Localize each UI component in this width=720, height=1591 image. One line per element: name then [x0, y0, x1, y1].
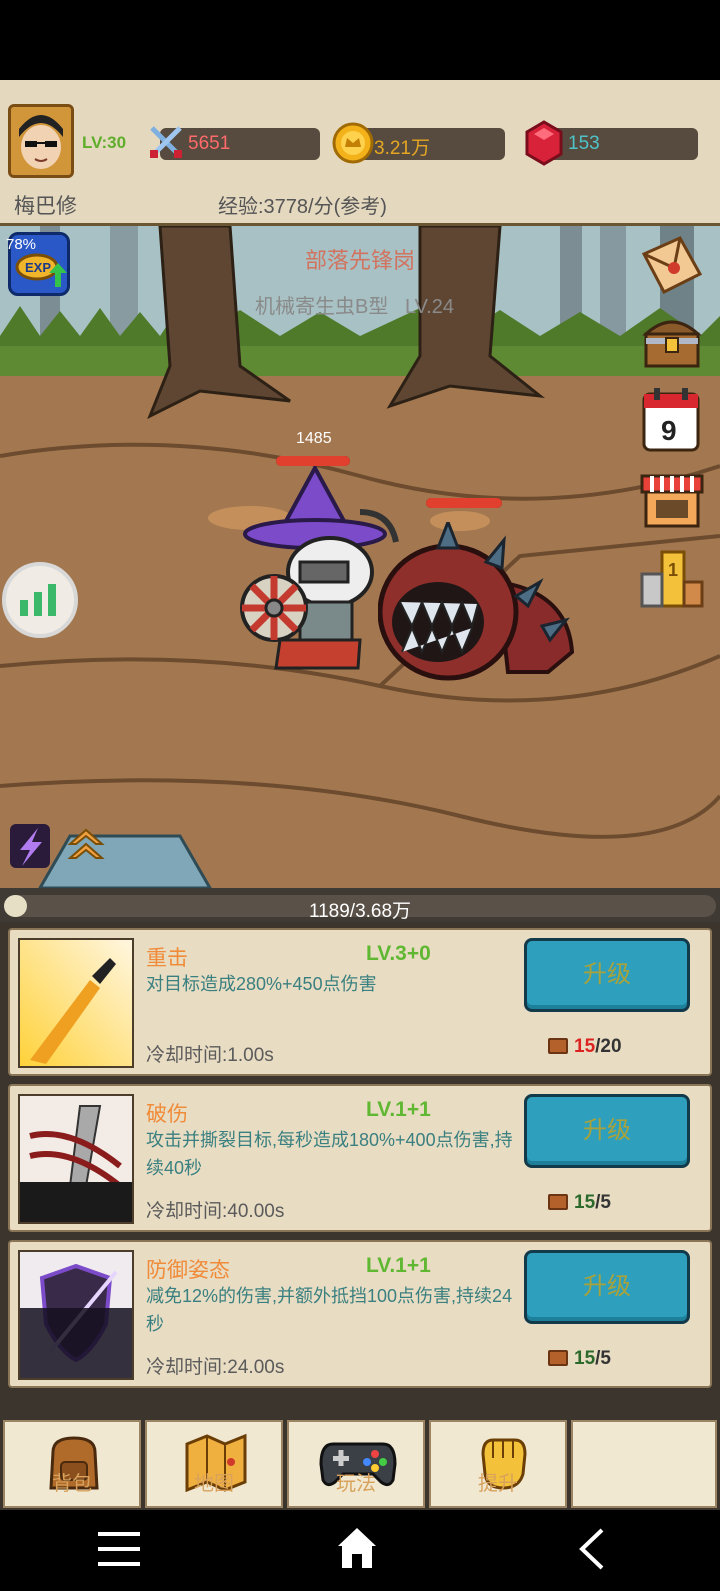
heavy-strike-icon: [20, 940, 132, 1066]
books-need: /20: [595, 1036, 622, 1057]
tab-upgrade[interactable]: 提升: [429, 1420, 567, 1508]
treasure-chest-icon: [642, 320, 702, 368]
home-icon[interactable]: [334, 1524, 380, 1572]
skill-cooldown: 冷却时间:24.00s: [146, 1357, 285, 1378]
upgrade-label: 升级: [583, 1117, 631, 1144]
progress-text: 1189/3.68万: [308, 901, 412, 922]
upgrade-button[interactable]: 升级: [524, 938, 690, 1012]
skill-list[interactable]: 重击 LV.3+0 对目标造成280%+450点伤害 冷却时间:1.00s 升级…: [0, 922, 720, 1418]
skill-name: 防御姿态: [146, 1259, 230, 1282]
skill-book-cost: 15/5: [548, 1192, 611, 1214]
player-level: LV:30: [82, 133, 127, 152]
skill-image: [18, 1250, 134, 1380]
hero-portrait-icon: [11, 107, 71, 175]
skill-cooldown: 冷却时间:1.00s: [146, 1045, 274, 1066]
player-hp-fill: [276, 456, 350, 466]
upgrade-button[interactable]: 升级: [524, 1250, 690, 1324]
tab-empty: [571, 1420, 717, 1508]
calendar-button[interactable]: 9: [640, 386, 704, 452]
enemy-hp-fill: [426, 498, 502, 508]
system-nav-bar: [0, 1510, 720, 1591]
tab-label: 玩法: [336, 1473, 376, 1495]
tab-label: 背包: [52, 1473, 92, 1495]
tab-gameplay[interactable]: 玩法: [287, 1420, 425, 1508]
lightning-skill-icon[interactable]: [10, 824, 50, 868]
skill-image: [18, 1094, 134, 1224]
skill-cooldown: 冷却时间:40.00s: [146, 1201, 285, 1222]
chest-button[interactable]: [640, 308, 704, 372]
shop-button[interactable]: [640, 466, 704, 530]
upgrade-label: 升级: [583, 961, 631, 988]
gold-coin-icon: [332, 122, 374, 164]
enemy-name: 机械寄生虫B型: [255, 296, 389, 318]
bottom-tab-bar: 背包 地图 玩法 提升: [0, 1418, 720, 1510]
stats-float-button[interactable]: [2, 562, 78, 638]
attack-value: 5651: [188, 133, 231, 154]
books-have: 15: [574, 1348, 596, 1369]
skill-book-cost: 15/20: [548, 1036, 622, 1058]
books-need: /5: [595, 1348, 611, 1369]
skill-name: 破伤: [146, 1103, 188, 1126]
crossed-swords-icon: [150, 126, 182, 158]
exp-percent: 78%: [6, 236, 37, 253]
upgrade-label: 升级: [583, 1273, 631, 1300]
rank-number: 1: [668, 560, 678, 580]
skill-book-cost: 15/5: [548, 1348, 611, 1370]
exp-rate: 经验:3778/分(参考): [218, 196, 387, 218]
upgrade-button[interactable]: 升级: [524, 1094, 690, 1168]
shop-icon: [640, 474, 704, 528]
skill-book-icon: [548, 1038, 568, 1054]
tab-label: 提升: [478, 1473, 518, 1495]
calendar-icon: 9: [642, 388, 700, 452]
mail-icon: [641, 236, 703, 294]
skill-level: LV.3+0: [366, 942, 431, 965]
calendar-day: 9: [661, 415, 677, 446]
skill-level: LV.1+1: [366, 1254, 431, 1277]
bleed-icon: [20, 1096, 132, 1222]
player-hp-value: 1485: [296, 430, 332, 447]
books-have: 15: [574, 1036, 596, 1057]
skill-description: 减免12%的伤害,并额外抵挡100点伤害,持续24秒: [146, 1286, 513, 1334]
stage-name: 部落先锋岗: [304, 248, 415, 273]
gem-value: 153: [568, 133, 600, 154]
red-gem-icon: [525, 120, 563, 166]
tab-label: 地图: [194, 1473, 234, 1495]
skill-card: 重击 LV.3+0 对目标造成280%+450点伤害 冷却时间:1.00s 升级…: [8, 928, 712, 1076]
skill-image: [18, 938, 134, 1068]
skill-book-icon: [548, 1350, 568, 1366]
enemy-level: LV.24: [405, 296, 454, 318]
ranking-icon: 1: [640, 550, 704, 608]
back-icon[interactable]: [576, 1526, 608, 1572]
player-avatar[interactable]: [8, 104, 74, 178]
hero-character: [240, 463, 399, 670]
menu-icon[interactable]: [96, 1528, 142, 1570]
signal-bars-icon: [20, 584, 56, 616]
skill-name: 重击: [146, 947, 188, 970]
tab-backpack[interactable]: 背包: [3, 1420, 141, 1508]
attack-pill: [160, 128, 320, 160]
player-name: 梅巴修: [14, 195, 77, 218]
skill-book-icon: [548, 1194, 568, 1210]
mechanical-worm-enemy: [378, 522, 575, 681]
books-need: /5: [595, 1192, 611, 1213]
enemy-hp-bar: [426, 498, 502, 508]
tab-map[interactable]: 地图: [145, 1420, 283, 1508]
ranking-button[interactable]: 1: [640, 546, 704, 610]
enemy-name-label: 机械寄生虫B型 LV.24: [255, 290, 454, 319]
skill-level: LV.1+1: [366, 1098, 431, 1121]
defense-stance-icon: [20, 1252, 132, 1378]
skill-description: 攻击并撕裂目标,每秒造成180%+400点伤害,持续40秒: [146, 1130, 513, 1178]
rank-chevrons-icon: [67, 828, 105, 859]
gold-value: 3.21万: [374, 138, 430, 159]
mail-button[interactable]: [640, 234, 704, 298]
books-have: 15: [574, 1192, 596, 1213]
svg-text:EXP: EXP: [25, 260, 51, 275]
skill-card: 防御姿态 LV.1+1 减免12%的伤害,并额外抵挡100点伤害,持续24秒 冷…: [8, 1240, 712, 1388]
skill-description: 对目标造成280%+450点伤害: [146, 974, 377, 994]
skill-card: 破伤 LV.1+1 攻击并撕裂目标,每秒造成180%+400点伤害,持续40秒 …: [8, 1084, 712, 1232]
player-hp-bar: [276, 456, 350, 466]
status-bar-area: [0, 0, 720, 80]
